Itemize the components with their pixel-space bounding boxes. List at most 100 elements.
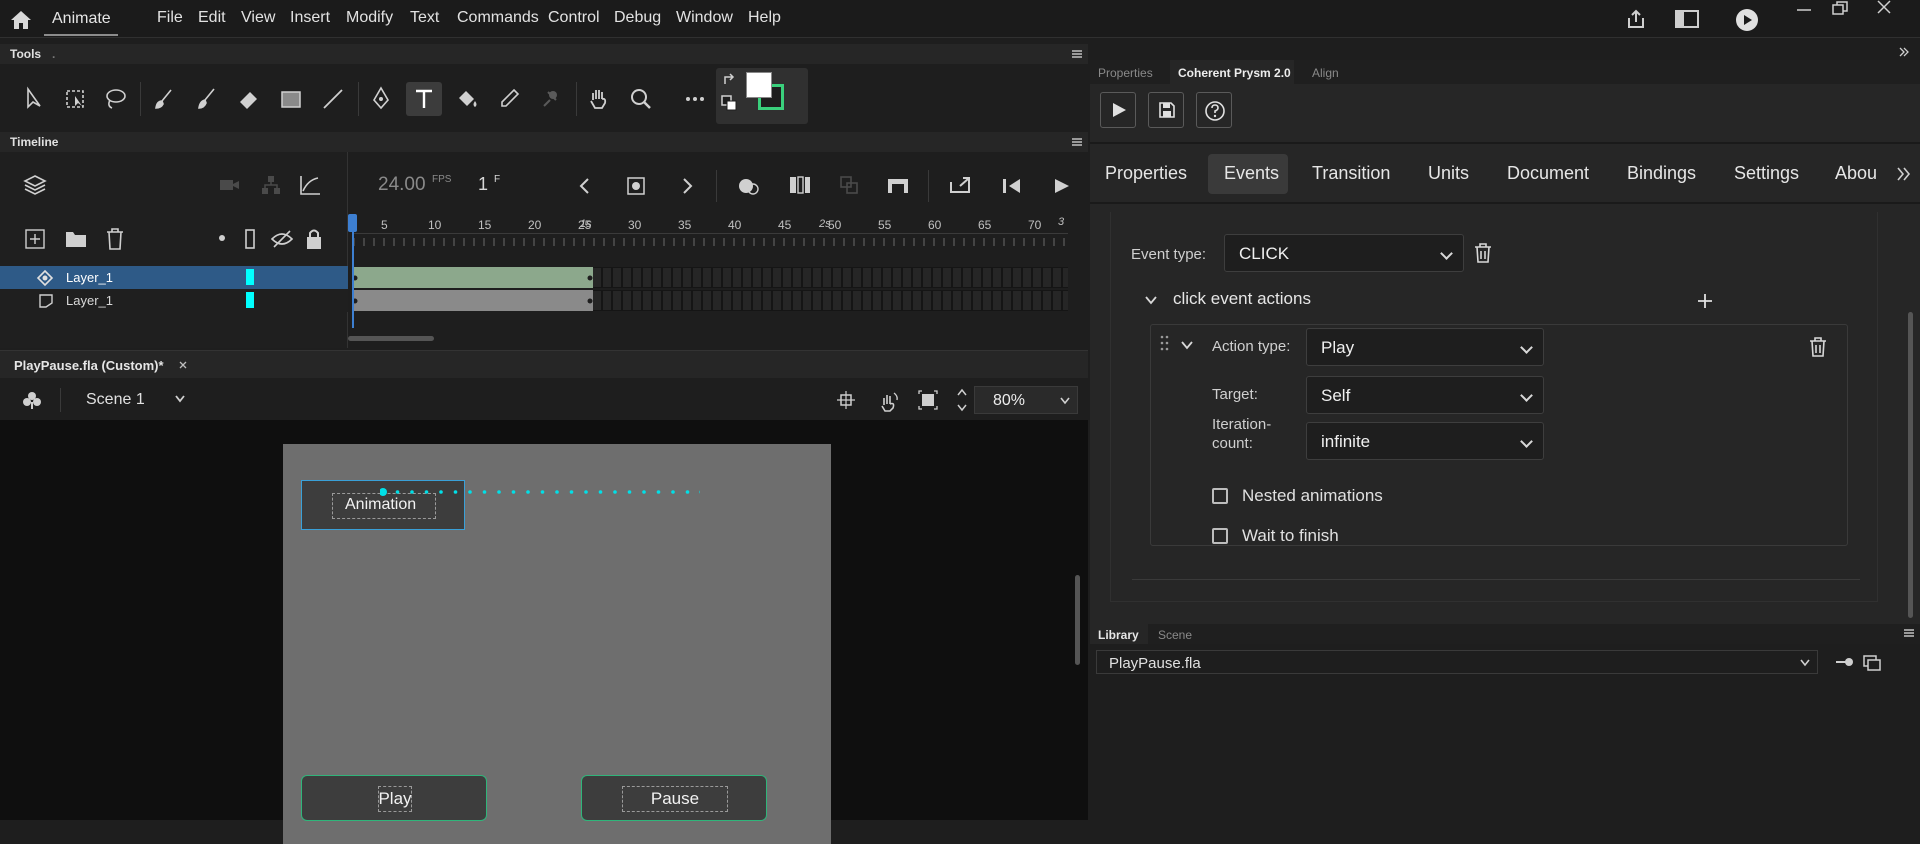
- frame-cell[interactable]: [743, 268, 751, 287]
- frame-cell[interactable]: [903, 268, 911, 287]
- prysm-save-button[interactable]: [1148, 92, 1184, 128]
- text-tool-icon[interactable]: [409, 84, 439, 114]
- keyframe-dot[interactable]: [587, 298, 593, 304]
- frame-cell[interactable]: [873, 291, 881, 310]
- frame-cell[interactable]: [643, 268, 651, 287]
- frame-cell[interactable]: [753, 268, 761, 287]
- frame-cell[interactable]: [613, 268, 621, 287]
- frame-cell[interactable]: [633, 291, 641, 310]
- frame-cell[interactable]: [993, 268, 1001, 287]
- timeline-scrollbar[interactable]: [348, 336, 434, 341]
- eraser-icon[interactable]: [234, 84, 264, 114]
- delete-event-icon[interactable]: [1473, 242, 1493, 264]
- prysm-help-button[interactable]: [1196, 92, 1232, 128]
- pin-library-icon[interactable]: [1834, 654, 1856, 670]
- subtab-document[interactable]: Document: [1507, 163, 1589, 184]
- stroke-color-swatch[interactable]: [746, 72, 772, 98]
- tab-scene[interactable]: Scene: [1158, 628, 1192, 642]
- add-action-icon[interactable]: [1696, 292, 1714, 310]
- frame-cell[interactable]: [843, 291, 851, 310]
- frame-cell[interactable]: [623, 291, 631, 310]
- brush-icon[interactable]: [150, 84, 180, 114]
- screen-mode-icon[interactable]: [1675, 10, 1699, 28]
- menu-text[interactable]: Text: [410, 9, 439, 27]
- frame-cell[interactable]: [973, 268, 981, 287]
- rotate-stage-icon[interactable]: [876, 390, 900, 412]
- frame-cell[interactable]: [953, 268, 961, 287]
- frame-cell[interactable]: [723, 291, 731, 310]
- delete-action-icon[interactable]: [1808, 336, 1828, 358]
- stage-scrollbar[interactable]: [1075, 575, 1080, 665]
- scene-icon[interactable]: [22, 390, 42, 410]
- menu-window[interactable]: Window: [676, 9, 733, 27]
- frame-cell[interactable]: [763, 268, 771, 287]
- next-keyframe-icon[interactable]: [678, 176, 696, 196]
- frame-cell[interactable]: [653, 268, 661, 287]
- frame-cell[interactable]: [913, 268, 921, 287]
- frame-cell[interactable]: [693, 268, 701, 287]
- scene-dropdown-icon[interactable]: [174, 394, 186, 404]
- snap-icon[interactable]: [836, 390, 856, 410]
- zoom-stepper-icon[interactable]: [956, 386, 968, 414]
- restore-icon[interactable]: [1830, 0, 1850, 16]
- paint-bucket-icon[interactable]: [452, 84, 482, 114]
- motion-path[interactable]: [380, 484, 700, 504]
- frame-cell[interactable]: [863, 268, 871, 287]
- lock-icon[interactable]: [304, 227, 324, 251]
- subtab-properties[interactable]: Properties: [1105, 163, 1187, 184]
- frame-cell[interactable]: [613, 291, 621, 310]
- frame-cell[interactable]: [1003, 268, 1011, 287]
- frame-cell[interactable]: [713, 268, 721, 287]
- frame-cell[interactable]: [963, 268, 971, 287]
- frame-cell[interactable]: [1033, 291, 1041, 310]
- frame-cell[interactable]: [843, 268, 851, 287]
- menu-modify[interactable]: Modify: [346, 9, 393, 27]
- frame-cell[interactable]: [633, 268, 641, 287]
- edit-multiple-frames-icon[interactable]: [788, 174, 812, 196]
- app-name[interactable]: Animate: [52, 10, 111, 28]
- frame-cell[interactable]: [793, 268, 801, 287]
- pause-button[interactable]: Pause: [581, 775, 767, 821]
- frame-cell[interactable]: [963, 291, 971, 310]
- frame-cell[interactable]: [1023, 268, 1031, 287]
- frame-cell[interactable]: [1063, 268, 1068, 287]
- subtab-bindings[interactable]: Bindings: [1627, 163, 1696, 184]
- minimize-icon[interactable]: [1795, 2, 1813, 16]
- frame-cell[interactable]: [1043, 291, 1051, 310]
- menu-control[interactable]: Control: [548, 9, 600, 27]
- visibility-icon[interactable]: [270, 228, 294, 250]
- frame-cell[interactable]: [803, 291, 811, 310]
- outline-layers-icon[interactable]: [244, 228, 256, 250]
- menu-commands[interactable]: Commands: [457, 9, 539, 27]
- nested-animations-checkbox[interactable]: [1212, 488, 1228, 504]
- tween-span[interactable]: [353, 267, 593, 288]
- scene-label[interactable]: Scene 1: [86, 391, 145, 409]
- frame-strips[interactable]: [352, 266, 1068, 312]
- camera-icon[interactable]: [218, 176, 242, 194]
- frame-span[interactable]: [353, 290, 593, 311]
- frame-cell[interactable]: [813, 291, 821, 310]
- frame-cell[interactable]: [743, 291, 751, 310]
- frame-cell[interactable]: [923, 291, 931, 310]
- frame-cell[interactable]: [873, 268, 881, 287]
- panel-menu-icon[interactable]: [1072, 138, 1082, 146]
- frame-cell[interactable]: [893, 291, 901, 310]
- iteration-count-dropdown[interactable]: infinite: [1306, 422, 1544, 460]
- zoom-tool-icon[interactable]: [626, 84, 656, 114]
- new-layer-icon[interactable]: [24, 228, 46, 250]
- drag-handle-icon[interactable]: [1160, 334, 1170, 356]
- frame-cell[interactable]: [953, 291, 961, 310]
- frame-cell[interactable]: [1043, 268, 1051, 287]
- play-button[interactable]: Play: [301, 775, 487, 821]
- highlight-layers-icon[interactable]: [216, 232, 228, 244]
- library-file-dropdown[interactable]: PlayPause.fla: [1096, 650, 1818, 674]
- layer-name[interactable]: Layer_1: [66, 293, 113, 308]
- frame-cell[interactable]: [933, 291, 941, 310]
- pin-icon[interactable]: [536, 84, 566, 114]
- tab-properties[interactable]: Properties: [1098, 66, 1153, 80]
- subtab-units[interactable]: Units: [1428, 163, 1469, 184]
- frame-cell[interactable]: [703, 268, 711, 287]
- menu-file[interactable]: File: [157, 9, 183, 27]
- frame-cell[interactable]: [883, 268, 891, 287]
- clip-stage-icon[interactable]: [918, 390, 938, 410]
